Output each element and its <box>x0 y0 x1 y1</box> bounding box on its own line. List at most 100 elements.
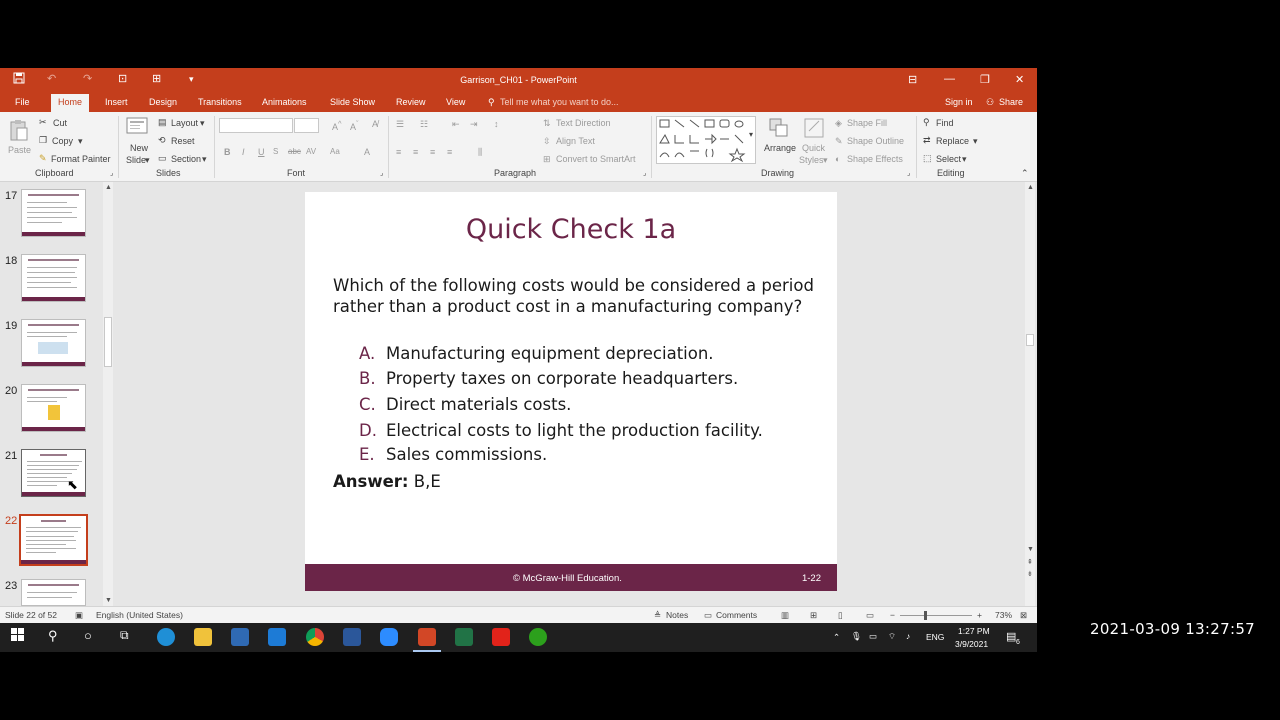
slideshow-view-icon[interactable]: ▭ <box>866 610 874 621</box>
slide-thumbnail[interactable] <box>21 319 86 367</box>
close-icon[interactable]: ✕ <box>1015 73 1024 86</box>
quick-styles-icon[interactable] <box>803 117 825 141</box>
replace-button[interactable]: Replace <box>936 136 969 146</box>
gallery-scroll-icon[interactable]: ▾ <box>749 130 753 139</box>
slide-thumbnail-selected[interactable] <box>19 514 88 566</box>
slide-canvas[interactable]: Quick Check 1a Which of the following co… <box>305 192 837 591</box>
section-button[interactable]: Section <box>171 154 201 164</box>
align-text-button[interactable]: Align Text <box>556 136 595 146</box>
minimize-icon[interactable]: — <box>944 73 955 85</box>
format-painter-button[interactable]: Format Painter <box>51 154 111 164</box>
store-icon[interactable] <box>231 628 249 646</box>
zoom-app-icon[interactable] <box>380 628 398 646</box>
font-color-button[interactable]: A <box>364 147 370 157</box>
language-status[interactable]: English (United States) <box>96 610 183 620</box>
arrange-button[interactable]: Arrange <box>764 143 796 153</box>
zoom-slider[interactable] <box>900 615 972 616</box>
font-name-field[interactable] <box>219 118 293 133</box>
notes-button[interactable]: Notes <box>666 610 688 620</box>
dialog-launcher-icon[interactable]: ⌟ <box>380 169 383 177</box>
slide-title[interactable]: Quick Check 1a <box>305 214 837 245</box>
thumbnail-scrollbar[interactable]: ▲ ▼ <box>103 182 113 606</box>
paste-button[interactable]: Paste <box>8 145 31 155</box>
collapse-ribbon-icon[interactable]: ⌃ <box>1021 168 1029 179</box>
select-button[interactable]: Select <box>936 154 961 164</box>
shape-effects-button[interactable]: Shape Effects <box>847 154 903 164</box>
columns-icon[interactable]: ⫼ <box>478 147 482 158</box>
tab-transitions[interactable]: Transitions <box>198 97 242 107</box>
normal-view-icon[interactable]: ▥ <box>781 610 789 621</box>
underline-button[interactable]: U <box>258 147 265 157</box>
task-view-icon[interactable]: ⧉ <box>120 628 138 646</box>
tab-home[interactable]: Home <box>51 94 90 112</box>
quick-styles-button-line2[interactable]: Styles <box>799 155 824 165</box>
excel-icon[interactable] <box>455 628 473 646</box>
tab-review[interactable]: Review <box>396 97 426 107</box>
slide-thumbnail[interactable] <box>21 189 86 237</box>
reset-button[interactable]: Reset <box>171 136 195 146</box>
decrease-indent-icon[interactable]: ⇤ <box>452 119 460 130</box>
copy-button[interactable]: Copy <box>52 136 73 146</box>
slide-scrollbar[interactable]: ▲ ▼ ⇞ ⇟ <box>1025 182 1035 606</box>
share-button[interactable]: Share <box>999 97 1023 107</box>
strikethrough-button[interactable]: abc <box>288 147 301 156</box>
chevron-down-icon[interactable]: ▾ <box>973 136 978 147</box>
line-spacing-icon[interactable]: ↕ <box>494 119 499 129</box>
align-center-icon[interactable]: ≡ <box>413 147 418 157</box>
chevron-down-icon[interactable]: ▾ <box>78 136 83 147</box>
wifi-icon[interactable]: ⌔ <box>888 631 896 642</box>
chevron-down-icon[interactable]: ▾ <box>202 154 207 165</box>
zoom-slider-thumb[interactable] <box>924 611 927 620</box>
increase-indent-icon[interactable]: ⇥ <box>470 119 478 130</box>
edge-icon[interactable] <box>157 628 175 646</box>
chevron-up-icon[interactable]: ⌃ <box>833 632 840 643</box>
tab-slide-show[interactable]: Slide Show <box>330 97 375 107</box>
file-explorer-icon[interactable] <box>194 628 212 646</box>
option-b[interactable]: B. Property taxes on corporate headquarte… <box>359 369 738 388</box>
chevron-down-icon[interactable]: ▾ <box>823 155 828 166</box>
arrange-icon[interactable] <box>768 117 790 141</box>
tab-design[interactable]: Design <box>149 97 177 107</box>
tab-insert[interactable]: Insert <box>105 97 128 107</box>
shadow-icon[interactable]: S <box>273 147 278 156</box>
slide-thumbnail[interactable] <box>21 384 86 432</box>
zoom-level[interactable]: 73% <box>995 610 1012 620</box>
chevron-down-icon[interactable]: ▾ <box>200 118 205 129</box>
powerpoint-icon[interactable] <box>418 628 436 646</box>
slide-question[interactable]: Which of the following costs would be co… <box>333 275 823 317</box>
layout-button[interactable]: Layout <box>171 118 198 128</box>
cortana-icon[interactable]: ○ <box>84 628 102 646</box>
align-right-icon[interactable]: ≡ <box>430 147 435 157</box>
fit-slide-icon[interactable]: ⊠ <box>1020 610 1027 621</box>
paste-icon[interactable] <box>9 118 29 144</box>
option-a[interactable]: A. Manufacturing equipment depreciation. <box>359 344 714 363</box>
comments-button[interactable]: Comments <box>716 610 757 620</box>
spellcheck-icon[interactable]: ▣ <box>75 610 83 621</box>
justify-icon[interactable]: ≡ <box>447 147 452 157</box>
find-button[interactable]: Find <box>936 118 954 128</box>
acrobat-icon[interactable] <box>492 628 510 646</box>
search-icon[interactable]: ⚲ <box>48 628 66 646</box>
new-slide-button[interactable]: New <box>130 143 148 153</box>
tab-view[interactable]: View <box>446 97 465 107</box>
slide-thumbnail[interactable] <box>21 579 86 606</box>
align-left-icon[interactable]: ≡ <box>396 147 401 157</box>
bold-button[interactable]: B <box>224 147 231 157</box>
tab-animations[interactable]: Animations <box>262 97 307 107</box>
option-c[interactable]: C. Direct materials costs. <box>359 395 571 414</box>
quick-styles-button[interactable]: Quick <box>802 143 825 153</box>
convert-smartart-button[interactable]: Convert to SmartArt <box>556 154 636 164</box>
microphone-icon[interactable]: 🎙 <box>851 631 862 642</box>
option-e[interactable]: E. Sales commissions. <box>359 445 547 464</box>
word-icon[interactable] <box>343 628 361 646</box>
clock-time[interactable]: 1:27 PM <box>958 626 990 636</box>
chevron-down-icon[interactable]: ▾ <box>145 155 150 166</box>
clock-date[interactable]: 3/9/2021 <box>955 639 988 649</box>
slide-sorter-icon[interactable]: ⊞ <box>810 610 817 621</box>
font-size-field[interactable] <box>294 118 319 133</box>
sign-in-link[interactable]: Sign in <box>945 97 973 107</box>
tab-file[interactable]: File <box>15 97 30 107</box>
italic-button[interactable]: I <box>242 147 245 157</box>
input-language[interactable]: ENG <box>926 632 944 642</box>
chrome-icon[interactable] <box>306 628 324 646</box>
